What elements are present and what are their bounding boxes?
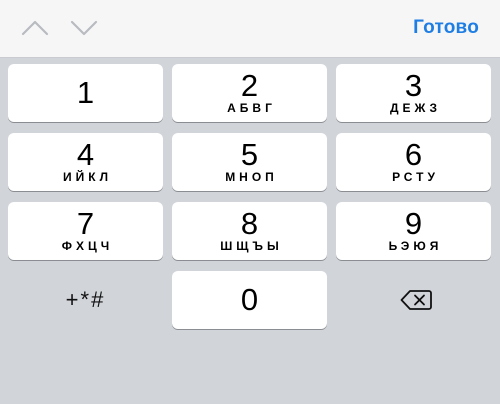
keyboard-toolbar: Готово [0,0,500,58]
key-digit: 8 [240,206,259,241]
key-digit: 5 [240,137,259,172]
key-1[interactable]: 1 [8,64,163,122]
key-digit: 4 [76,137,95,172]
key-letters: ФХЦЧ [61,239,114,253]
backspace-icon [400,290,432,310]
key-digit: 7 [76,206,95,241]
key-8[interactable]: 8 ШЩЪЫ [172,202,327,260]
chevron-up-icon[interactable] [20,16,50,40]
key-9[interactable]: 9 ЬЭЮЯ [336,202,491,260]
symbols-key[interactable]: +*# [8,271,163,329]
key-5[interactable]: 5 МНОП [172,133,327,191]
key-digit: 0 [240,282,259,317]
key-letters: ИЙКЛ [63,170,112,184]
key-letters: АБВГ [227,101,276,115]
key-digit: 6 [404,137,423,172]
key-6[interactable]: 6 РСТУ [336,133,491,191]
numeric-keypad: 1 2 АБВГ 3 ДЕЖЗ 4 ИЙКЛ 5 МНОП 6 РСТУ 7 Ф… [0,58,500,404]
key-0[interactable]: 0 [172,271,327,329]
done-button[interactable]: Готово [413,17,479,39]
key-letters: МНОП [225,170,278,184]
key-digit: 9 [404,206,423,241]
backspace-button[interactable] [336,271,491,329]
key-2[interactable]: 2 АБВГ [172,64,327,122]
key-digit: 3 [404,68,423,103]
key-letters: ШЩЪЫ [220,239,283,253]
key-letters: РСТУ [392,170,439,184]
key-digit: 2 [240,68,259,103]
key-4[interactable]: 4 ИЙКЛ [8,133,163,191]
key-3[interactable]: 3 ДЕЖЗ [336,64,491,122]
key-7[interactable]: 7 ФХЦЧ [8,202,163,260]
key-letters: ДЕЖЗ [389,101,442,115]
key-digit: 1 [76,75,95,110]
chevron-down-icon[interactable] [69,16,99,40]
key-letters: ЬЭЮЯ [388,239,443,253]
